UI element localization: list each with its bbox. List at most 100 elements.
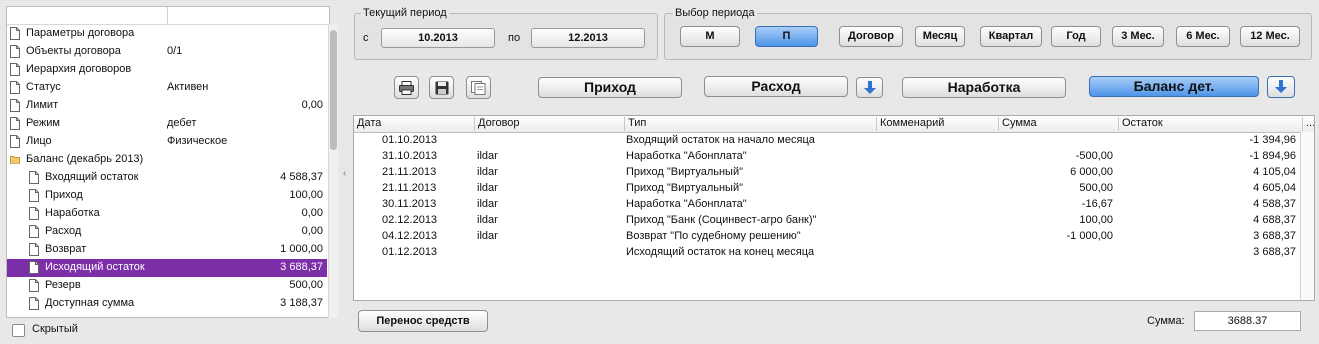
period-button-5[interactable]: Год	[1051, 26, 1101, 47]
document-icon	[10, 135, 20, 148]
document-icon	[10, 63, 20, 76]
copy-button[interactable]	[466, 76, 491, 99]
cell-balance: 4 588,37	[1253, 198, 1296, 210]
tree-item-label: Приход	[45, 189, 83, 201]
tree-item[interactable]: Возврат 1 000,00	[7, 241, 327, 259]
table-row[interactable]: 04.12.2013 ildar Возврат "По судебному реш…	[354, 229, 1300, 245]
tree-item[interactable]: Наработка 0,00	[7, 205, 327, 223]
tree-item-label: Возврат	[45, 243, 87, 255]
col-sum[interactable]: Сумма	[998, 117, 1118, 131]
tree-item-value: 4 588,37	[280, 171, 323, 183]
table-row[interactable]: 21.11.2013 ildar Приход "Виртуальный" 6 000…	[354, 165, 1300, 181]
table-row[interactable]: 01.10.2013 Входящий остаток на начало мес…	[354, 133, 1300, 149]
document-icon	[10, 45, 20, 58]
document-icon	[10, 99, 20, 112]
cell-contract: ildar	[477, 166, 498, 178]
period-button-1[interactable]: П	[755, 26, 818, 47]
tree-item-value: 500,00	[289, 279, 323, 291]
splitter-handle[interactable]: ‹	[343, 168, 346, 179]
period-select-title: Выбор периода	[673, 7, 757, 19]
tree-item[interactable]: Лицо Физическое	[7, 133, 327, 151]
tree-item-label: Наработка	[45, 207, 100, 219]
tree-item[interactable]: Доступная сумма 3 188,37	[7, 295, 327, 313]
tree-item[interactable]: Исходящий остаток 3 688,37	[7, 259, 327, 277]
period-button-8[interactable]: 12 Мес.	[1240, 26, 1300, 47]
balance-detail-button[interactable]: Баланс дет.	[1089, 76, 1259, 97]
cell-date: 21.11.2013	[382, 166, 437, 178]
table-row[interactable]: 21.11.2013 ildar Приход "Виртуальный" 500,0…	[354, 181, 1300, 197]
from-period-field[interactable]: 10.2013	[381, 28, 495, 48]
tree-item[interactable]: Объекты договора 0/1	[7, 43, 327, 61]
tree-item-label: Исходящий остаток	[45, 261, 145, 273]
cell-balance: -1 894,96	[1249, 150, 1296, 162]
tree-item[interactable]: Статус Активен	[7, 79, 327, 97]
tree-item-value: 3 688,37	[280, 261, 323, 273]
table-row[interactable]: 01.12.2013 Исходящий остаток на конец мес…	[354, 245, 1300, 261]
period-select-group: Выбор периода М П Договор Месяц Квартал Год 3 …	[664, 7, 1312, 60]
tree-item-label: Параметры договора	[26, 27, 135, 39]
to-period-field[interactable]: 12.2013	[531, 28, 645, 48]
cell-date: 21.11.2013	[382, 182, 437, 194]
tree-item[interactable]: Резерв 500,00	[7, 277, 327, 295]
tree-item-value: 0,00	[301, 99, 323, 111]
expense-button[interactable]: Расход	[704, 76, 848, 97]
contract-tree[interactable]: Параметры договора Объекты договора 0/1 Иер…	[6, 6, 330, 318]
balance-dropdown-button[interactable]	[1267, 76, 1295, 98]
period-button-4[interactable]: Квартал	[980, 26, 1042, 47]
hidden-checkbox[interactable]	[12, 324, 25, 337]
period-button-6[interactable]: 3 Мес.	[1112, 26, 1164, 47]
tree-item[interactable]: Приход 100,00	[7, 187, 327, 205]
cell-date: 02.12.2013	[382, 214, 438, 226]
save-button[interactable]	[429, 76, 454, 99]
tree-scrollbar[interactable]	[328, 24, 338, 318]
tree-item-label: Статус	[26, 81, 61, 93]
col-more[interactable]: ...	[1302, 117, 1314, 131]
accrual-button[interactable]: Наработка	[902, 77, 1066, 98]
cell-balance: 4 605,04	[1253, 182, 1296, 194]
table-row[interactable]: 31.10.2013 ildar Наработка "Абонплата" -500…	[354, 149, 1300, 165]
tree-item[interactable]: Расход 0,00	[7, 223, 327, 241]
col-contract[interactable]: Договор	[474, 117, 624, 131]
period-button-0[interactable]: М	[680, 26, 740, 47]
col-comment[interactable]: Комменарий	[876, 117, 998, 131]
transfer-funds-button[interactable]: Перенос средств	[358, 310, 488, 332]
cell-sum: 100,00	[1079, 214, 1113, 226]
col-type[interactable]: Тип	[624, 117, 876, 131]
cell-type: Приход "Банк (Социнвест-агро банк)"	[626, 214, 817, 226]
table-row[interactable]: 02.12.2013 ildar Приход "Банк (Социнвест-а…	[354, 213, 1300, 229]
col-date[interactable]: Дата	[354, 117, 474, 131]
tree-item[interactable]: Режим дебет	[7, 115, 327, 133]
expense-dropdown-button[interactable]	[856, 77, 883, 98]
print-button[interactable]	[394, 76, 419, 99]
tree-item-label: Иерархия договоров	[26, 63, 132, 75]
tree-item[interactable]: Параметры договора	[7, 25, 327, 43]
save-icon	[435, 81, 448, 95]
cell-balance: -1 394,96	[1249, 134, 1296, 146]
tree-item[interactable]: Баланс (декабрь 2013)	[7, 151, 327, 169]
cell-date: 04.12.2013	[382, 230, 438, 242]
document-icon	[29, 261, 39, 274]
tree-item[interactable]: Иерархия договоров	[7, 61, 327, 79]
col-balance[interactable]: Остаток	[1118, 117, 1302, 131]
period-button-2[interactable]: Договор	[839, 26, 903, 47]
period-button-7[interactable]: 6 Мес.	[1176, 26, 1230, 47]
cell-contract: ildar	[477, 214, 498, 226]
table-row[interactable]: 30.11.2013 ildar Наработка "Абонплата" -16,…	[354, 197, 1300, 213]
tree-item[interactable]: Лимит 0,00	[7, 97, 327, 115]
table-scrollbar[interactable]	[1300, 132, 1314, 300]
income-button[interactable]: Приход	[538, 77, 682, 98]
tree-item-value: 100,00	[289, 189, 323, 201]
hidden-checkbox-label: Скрытый	[32, 323, 78, 335]
document-icon	[29, 171, 39, 184]
document-icon	[29, 207, 39, 220]
tree-item[interactable]: Входящий остаток 4 588,37	[7, 169, 327, 187]
cell-sum: 500,00	[1079, 182, 1113, 194]
document-icon	[10, 81, 20, 94]
period-button-3[interactable]: Месяц	[915, 26, 965, 47]
tree-scroll-thumb[interactable]	[330, 30, 337, 150]
transactions-table[interactable]: Дата Договор Тип Комменарий Сумма Остато…	[353, 115, 1315, 301]
document-icon	[29, 279, 39, 292]
tree-item-label: Баланс (декабрь 2013)	[26, 153, 144, 165]
cell-balance: 4 105,04	[1253, 166, 1296, 178]
cell-type: Исходящий остаток на конец месяца	[626, 246, 815, 258]
